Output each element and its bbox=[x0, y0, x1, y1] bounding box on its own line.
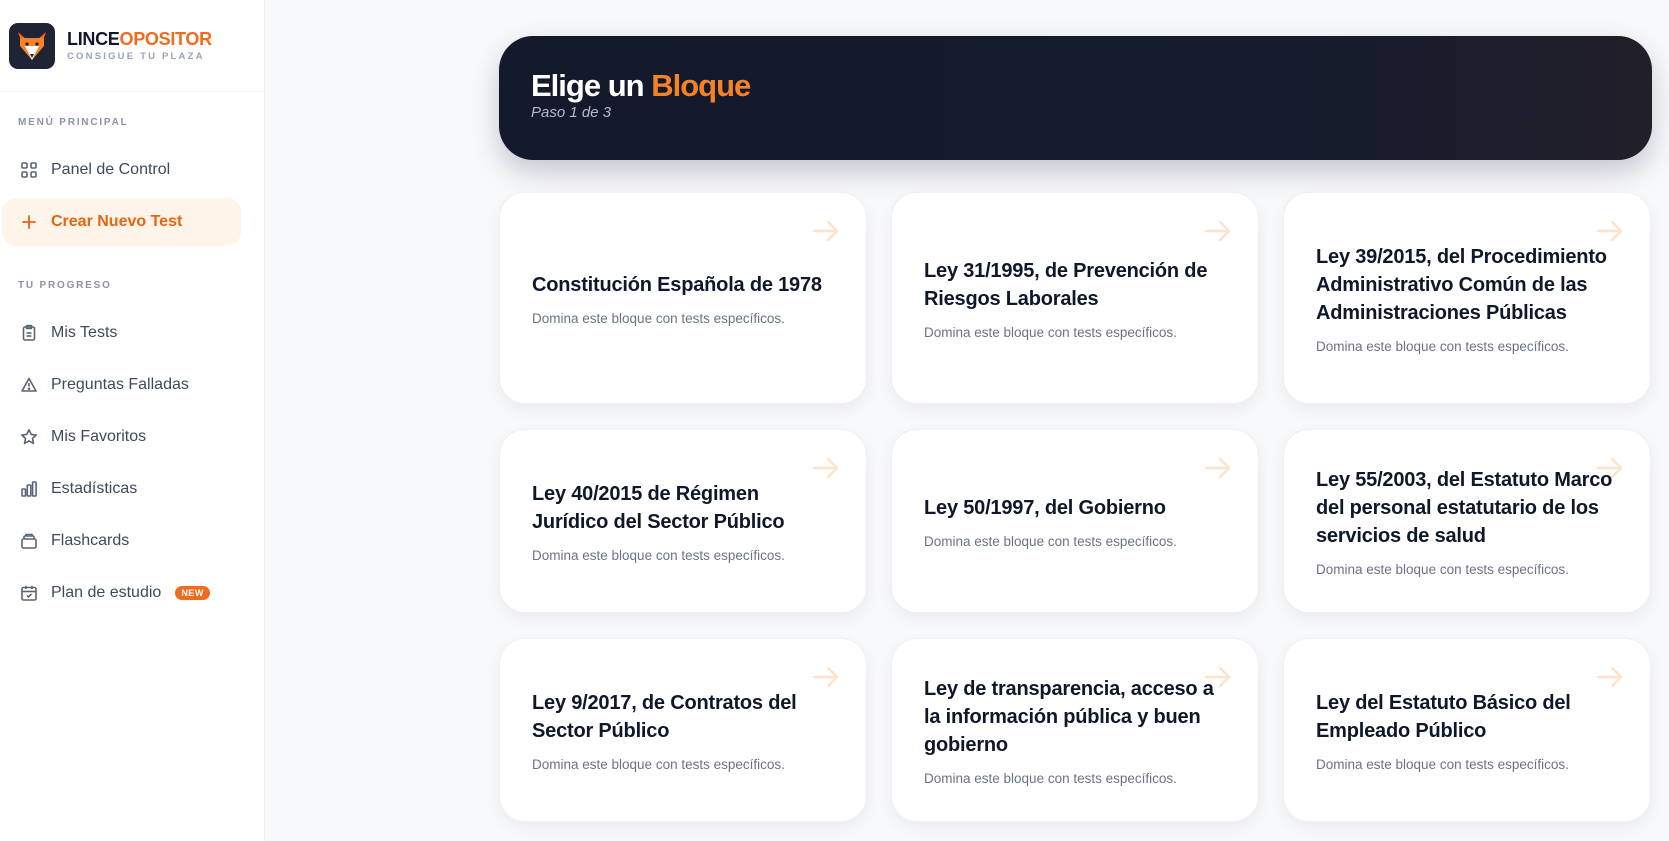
arrow-right-icon bbox=[1202, 661, 1234, 693]
block-card-title: Ley del Estatuto Básico del Empleado Púb… bbox=[1316, 691, 1571, 742]
grid-icon bbox=[19, 160, 39, 180]
block-card-title: Ley 50/1997, del Gobierno bbox=[924, 496, 1166, 519]
arrow-right-icon bbox=[1202, 452, 1234, 484]
sidebar-item-mis-tests[interactable]: Mis Tests bbox=[2, 309, 241, 357]
sidebar-item-panel-de-control[interactable]: Panel de Control bbox=[2, 146, 241, 194]
sidebar-item-preguntas-falladas[interactable]: Preguntas Falladas bbox=[2, 361, 241, 409]
step-indicator: Paso 1 de 3 bbox=[531, 104, 612, 121]
fox-logo-icon bbox=[9, 22, 55, 69]
plus-icon bbox=[19, 212, 39, 232]
arrow-right-icon bbox=[810, 215, 842, 247]
block-card-title: Ley 9/2017, de Contratos del Sector Públ… bbox=[532, 691, 797, 742]
arrow-right-icon bbox=[1594, 215, 1626, 247]
block-card[interactable]: Ley 50/1997, del Gobierno Domina este bl… bbox=[891, 429, 1259, 613]
sidebar-item-flashcards[interactable]: Flashcards bbox=[2, 517, 241, 565]
sidebar-item-label: Panel de Control bbox=[51, 161, 171, 178]
block-card-description: Domina este bloque con tests específicos… bbox=[924, 324, 1177, 340]
sidebar-item-mis-favoritos[interactable]: Mis Favoritos bbox=[2, 413, 241, 461]
block-card-title: Ley 40/2015 de Régimen Jurídico del Sect… bbox=[532, 482, 785, 533]
calendar-icon bbox=[19, 583, 39, 603]
bar-chart-icon bbox=[19, 479, 39, 499]
arrow-right-icon bbox=[1202, 215, 1234, 247]
cards-icon bbox=[19, 531, 39, 551]
sidebar-item-label: Plan de estudio bbox=[51, 584, 162, 601]
block-card-description: Domina este bloque con tests específicos… bbox=[1316, 756, 1569, 772]
block-card-description: Domina este bloque con tests específicos… bbox=[532, 756, 785, 772]
brand[interactable]: LINCEOPOSITOR CONSIGUE TU PLAZA bbox=[0, 0, 264, 92]
arrow-right-icon bbox=[1594, 661, 1626, 693]
sidebar-item-crear-nuevo-test[interactable]: Crear Nuevo Test bbox=[2, 198, 241, 246]
block-card-title: Ley de transparencia, acceso a la inform… bbox=[924, 677, 1214, 756]
block-card[interactable]: Ley 55/2003, del Estatuto Marco del pers… bbox=[1283, 429, 1651, 613]
arrow-right-icon bbox=[810, 452, 842, 484]
block-card[interactable]: Ley de transparencia, acceso a la inform… bbox=[891, 638, 1259, 822]
block-card[interactable]: Ley 40/2015 de Régimen Jurídico del Sect… bbox=[499, 429, 867, 613]
arrow-right-icon bbox=[810, 661, 842, 693]
block-card[interactable]: Ley 9/2017, de Contratos del Sector Públ… bbox=[499, 638, 867, 822]
block-card-title: Ley 31/1995, de Prevención de Riesgos La… bbox=[924, 259, 1208, 310]
sidebar-item-label: Flashcards bbox=[51, 532, 130, 549]
block-card[interactable]: Ley del Estatuto Básico del Empleado Púb… bbox=[1283, 638, 1651, 822]
block-card[interactable]: Constitución Española de 1978 Domina est… bbox=[499, 192, 867, 404]
page-title: Elige un Bloque bbox=[531, 68, 751, 103]
sidebar-item-estadisticas[interactable]: Estadísticas bbox=[2, 465, 241, 513]
sidebar-item-label: Preguntas Falladas bbox=[51, 376, 189, 393]
section-label-main: MENÚ PRINCIPAL bbox=[18, 117, 129, 128]
block-card-description: Domina este bloque con tests específicos… bbox=[532, 310, 785, 326]
clipboard-icon bbox=[19, 323, 39, 343]
sidebar-item-label: Mis Tests bbox=[51, 324, 118, 341]
block-card-description: Domina este bloque con tests específicos… bbox=[924, 533, 1177, 549]
star-icon bbox=[19, 427, 39, 447]
block-card-description: Domina este bloque con tests específicos… bbox=[532, 547, 785, 563]
block-card-title: Constitución Española de 1978 bbox=[532, 273, 822, 296]
arrow-right-icon bbox=[1594, 452, 1626, 484]
block-card-description: Domina este bloque con tests específicos… bbox=[1316, 561, 1569, 577]
block-card-title: Ley 55/2003, del Estatuto Marco del pers… bbox=[1316, 468, 1613, 547]
block-card-description: Domina este bloque con tests específicos… bbox=[1316, 338, 1569, 354]
sidebar: LINCEOPOSITOR CONSIGUE TU PLAZA MENÚ PRI… bbox=[0, 0, 265, 841]
sidebar-item-label: Crear Nuevo Test bbox=[51, 213, 183, 230]
new-badge: NEW bbox=[175, 586, 210, 600]
block-card-description: Domina este bloque con tests específicos… bbox=[924, 770, 1177, 786]
sidebar-item-label: Estadísticas bbox=[51, 480, 138, 497]
brand-tagline: CONSIGUE TU PLAZA bbox=[67, 51, 205, 62]
sidebar-item-plan-de-estudio[interactable]: Plan de estudio NEW bbox=[2, 569, 241, 617]
brand-name: LINCEOPOSITOR bbox=[67, 29, 212, 49]
block-card[interactable]: Ley 31/1995, de Prevención de Riesgos La… bbox=[891, 192, 1259, 404]
page-header: Elige un Bloque Paso 1 de 3 bbox=[499, 36, 1652, 160]
sidebar-item-label: Mis Favoritos bbox=[51, 428, 147, 445]
section-label-progress: TU PROGRESO bbox=[18, 280, 112, 291]
warning-icon bbox=[19, 375, 39, 395]
block-card[interactable]: Ley 39/2015, del Procedimiento Administr… bbox=[1283, 192, 1651, 404]
block-card-title: Ley 39/2015, del Procedimiento Administr… bbox=[1316, 245, 1607, 324]
